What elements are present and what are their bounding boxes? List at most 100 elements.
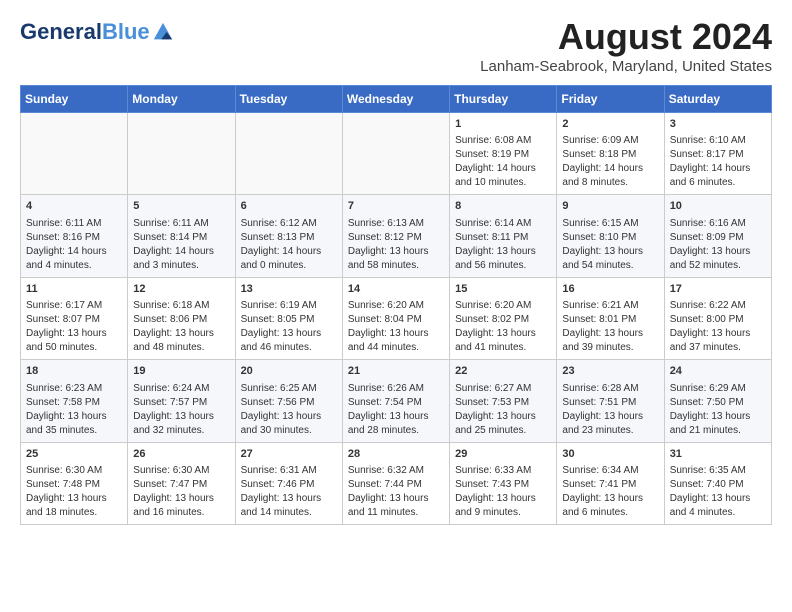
day-number: 24 [670,364,766,379]
day-info: Sunrise: 6:26 AM Sunset: 7:54 PM Dayligh… [348,382,444,438]
day-number: 31 [670,447,766,462]
day-number: 16 [562,282,658,297]
day-info: Sunrise: 6:16 AM Sunset: 8:09 PM Dayligh… [670,217,766,273]
day-info: Sunrise: 6:17 AM Sunset: 8:07 PM Dayligh… [26,299,122,355]
calendar-day-cell: 23Sunrise: 6:28 AM Sunset: 7:51 PM Dayli… [557,360,664,442]
day-info: Sunrise: 6:32 AM Sunset: 7:44 PM Dayligh… [348,464,444,520]
calendar-day-cell: 29 Sunrise: 6:33 AM Sunset: 7:43 PM Dayli… [450,442,557,524]
calendar-day-cell: 19Sunrise: 6:24 AM Sunset: 7:57 PM Dayli… [128,360,235,442]
calendar-day-cell: 27 Sunrise: 6:31 AM Sunset: 7:46 PM Dayli… [235,442,342,524]
day-of-week-header: Wednesday [342,86,449,113]
calendar-day-cell: 22Sunrise: 6:27 AM Sunset: 7:53 PM Dayli… [450,360,557,442]
calendar-week-row: 18 Sunrise: 6:23 AM Sunset: 7:58 PM Dayli… [21,360,772,442]
calendar-day-cell: 15 Sunrise: 6:20 AM Sunset: 8:02 PM Dayli… [450,277,557,359]
day-info: Sunrise: 6:14 AM Sunset: 8:11 PM Dayligh… [455,217,551,273]
calendar-day-cell [128,113,235,195]
day-info: Sunrise: 6:09 AM Sunset: 8:18 PM Dayligh… [562,134,658,190]
calendar-day-cell: 18 Sunrise: 6:23 AM Sunset: 7:58 PM Dayli… [21,360,128,442]
logo: GeneralBlue [20,20,174,44]
day-number: 21 [348,364,444,379]
day-info: Sunrise: 6:34 AM Sunset: 7:41 PM Dayligh… [562,464,658,520]
day-number: 1 [455,117,551,132]
calendar-day-cell: 2 Sunrise: 6:09 AM Sunset: 8:18 PM Daylig… [557,113,664,195]
calendar-week-row: 4 Sunrise: 6:11 AM Sunset: 8:16 PM Daylig… [21,195,772,277]
day-of-week-header: Tuesday [235,86,342,113]
day-info: Sunrise: 6:33 AM Sunset: 7:43 PM Dayligh… [455,464,551,520]
day-number: 4 [26,199,122,214]
calendar-day-cell: 1 Sunrise: 6:08 AM Sunset: 8:19 PM Daylig… [450,113,557,195]
calendar-day-cell: 30 Sunrise: 6:34 AM Sunset: 7:41 PM Dayli… [557,442,664,524]
day-info: Sunrise: 6:13 AM Sunset: 8:12 PM Dayligh… [348,217,444,273]
day-info: Sunrise: 6:18 AM Sunset: 8:06 PM Dayligh… [133,299,229,355]
day-info: Sunrise: 6:11 AM Sunset: 8:16 PM Dayligh… [26,217,122,273]
day-info: Sunrise: 6:28 AM Sunset: 7:51 PM Dayligh… [562,382,658,438]
calendar-table: SundayMondayTuesdayWednesdayThursdayFrid… [20,85,772,525]
calendar-day-cell: 7 Sunrise: 6:13 AM Sunset: 8:12 PM Daylig… [342,195,449,277]
day-info: Sunrise: 6:23 AM Sunset: 7:58 PM Dayligh… [26,382,122,438]
day-number: 9 [562,199,658,214]
calendar-day-cell: 20Sunrise: 6:25 AM Sunset: 7:56 PM Dayli… [235,360,342,442]
calendar-body: 1 Sunrise: 6:08 AM Sunset: 8:19 PM Daylig… [21,113,772,525]
day-of-week-header: Sunday [21,86,128,113]
day-of-week-header: Monday [128,86,235,113]
day-number: 30 [562,447,658,462]
day-number: 25 [26,447,122,462]
day-number: 8 [455,199,551,214]
calendar-week-row: 25 Sunrise: 6:30 AM Sunset: 7:48 PM Dayli… [21,442,772,524]
day-number: 27 [241,447,337,462]
day-info: Sunrise: 6:29 AM Sunset: 7:50 PM Dayligh… [670,382,766,438]
calendar-day-cell: 16Sunrise: 6:21 AM Sunset: 8:01 PM Dayli… [557,277,664,359]
calendar-day-cell: 24 Sunrise: 6:29 AM Sunset: 7:50 PM Dayli… [664,360,771,442]
day-of-week-header: Thursday [450,86,557,113]
day-number: 10 [670,199,766,214]
day-number: 12 [133,282,229,297]
calendar-header-row: SundayMondayTuesdayWednesdayThursdayFrid… [21,86,772,113]
day-number: 14 [348,282,444,297]
day-info: Sunrise: 6:25 AM Sunset: 7:56 PM Dayligh… [241,382,337,438]
calendar-day-cell [21,113,128,195]
day-info: Sunrise: 6:20 AM Sunset: 8:04 PM Dayligh… [348,299,444,355]
calendar-day-cell: 9Sunrise: 6:15 AM Sunset: 8:10 PM Daylig… [557,195,664,277]
calendar-day-cell: 5 Sunrise: 6:11 AM Sunset: 8:14 PM Daylig… [128,195,235,277]
calendar-day-cell [235,113,342,195]
day-number: 28 [348,447,444,462]
day-number: 6 [241,199,337,214]
day-of-week-header: Friday [557,86,664,113]
calendar-day-cell: 14 Sunrise: 6:20 AM Sunset: 8:04 PM Dayli… [342,277,449,359]
calendar-day-cell: 10 Sunrise: 6:16 AM Sunset: 8:09 PM Dayli… [664,195,771,277]
calendar-day-cell: 17Sunrise: 6:22 AM Sunset: 8:00 PM Dayli… [664,277,771,359]
day-info: Sunrise: 6:30 AM Sunset: 7:48 PM Dayligh… [26,464,122,520]
page-header: GeneralBlue August 2024 Lanham-Seabrook,… [20,16,772,75]
day-info: Sunrise: 6:12 AM Sunset: 8:13 PM Dayligh… [241,217,337,273]
day-number: 7 [348,199,444,214]
day-info: Sunrise: 6:08 AM Sunset: 8:19 PM Dayligh… [455,134,551,190]
day-info: Sunrise: 6:35 AM Sunset: 7:40 PM Dayligh… [670,464,766,520]
calendar-day-cell: 12 Sunrise: 6:18 AM Sunset: 8:06 PM Dayli… [128,277,235,359]
logo-icon [152,21,174,43]
day-number: 29 [455,447,551,462]
calendar-day-cell: 21 Sunrise: 6:26 AM Sunset: 7:54 PM Dayli… [342,360,449,442]
day-info: Sunrise: 6:22 AM Sunset: 8:00 PM Dayligh… [670,299,766,355]
logo-text: GeneralBlue [20,20,150,44]
day-number: 2 [562,117,658,132]
day-info: Sunrise: 6:27 AM Sunset: 7:53 PM Dayligh… [455,382,551,438]
title-area: August 2024 Lanham-Seabrook, Maryland, U… [480,16,772,75]
day-info: Sunrise: 6:19 AM Sunset: 8:05 PM Dayligh… [241,299,337,355]
calendar-day-cell: 28 Sunrise: 6:32 AM Sunset: 7:44 PM Dayli… [342,442,449,524]
day-info: Sunrise: 6:20 AM Sunset: 8:02 PM Dayligh… [455,299,551,355]
day-info: Sunrise: 6:31 AM Sunset: 7:46 PM Dayligh… [241,464,337,520]
calendar-day-cell: 11Sunrise: 6:17 AM Sunset: 8:07 PM Dayli… [21,277,128,359]
day-number: 13 [241,282,337,297]
calendar-day-cell: 26 Sunrise: 6:30 AM Sunset: 7:47 PM Dayli… [128,442,235,524]
day-info: Sunrise: 6:11 AM Sunset: 8:14 PM Dayligh… [133,217,229,273]
calendar-week-row: 11Sunrise: 6:17 AM Sunset: 8:07 PM Dayli… [21,277,772,359]
calendar-day-cell: 8 Sunrise: 6:14 AM Sunset: 8:11 PM Daylig… [450,195,557,277]
calendar-day-cell: 6 Sunrise: 6:12 AM Sunset: 8:13 PM Daylig… [235,195,342,277]
calendar-day-cell: 4 Sunrise: 6:11 AM Sunset: 8:16 PM Daylig… [21,195,128,277]
calendar-day-cell: 13 Sunrise: 6:19 AM Sunset: 8:05 PM Dayli… [235,277,342,359]
day-number: 26 [133,447,229,462]
day-number: 15 [455,282,551,297]
day-number: 5 [133,199,229,214]
day-number: 18 [26,364,122,379]
day-info: Sunrise: 6:30 AM Sunset: 7:47 PM Dayligh… [133,464,229,520]
